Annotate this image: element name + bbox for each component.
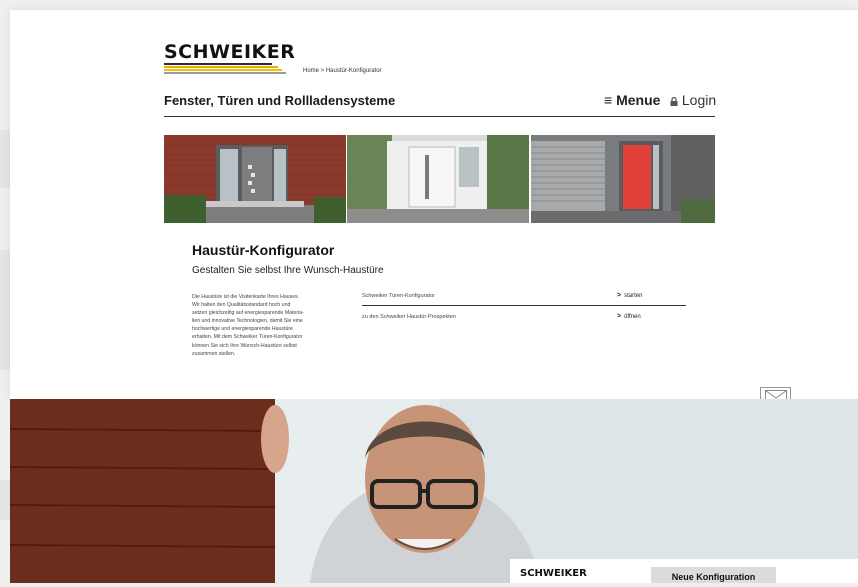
door-photo-red <box>531 135 715 223</box>
paragraph-line: lien und innovative Technologien, damit … <box>192 318 303 325</box>
logo-stripe <box>164 69 282 71</box>
menu-label: Menue <box>616 92 661 108</box>
logo-stripe <box>164 72 286 74</box>
paragraph-line: setzen gleichzeitig auf energiesparende … <box>192 310 304 317</box>
header-divider <box>164 116 715 117</box>
login-label: Login <box>681 92 717 108</box>
paragraph-line: erhalten. Mit dem Schweiker Türen-Konfig… <box>192 334 303 341</box>
configurator-title: Haustür-Konfigurator <box>192 242 335 258</box>
lock-icon <box>670 96 678 106</box>
new-configuration-button[interactable]: Neue Konfiguration <box>651 567 776 583</box>
paragraph-line: zusammen stellen. <box>192 350 236 357</box>
open-brochures-link[interactable]: > öffnen <box>617 313 641 320</box>
link-label[interactable]: Schweiker Türen-Konfigurator <box>362 293 435 299</box>
footer-logo[interactable]: SCHWEIKER <box>520 568 587 579</box>
menu-button[interactable]: ≡ Menue <box>604 92 660 108</box>
login-link[interactable]: Login <box>670 92 716 108</box>
paragraph-line: hochwertige und energiesparende Haustüre <box>192 326 293 333</box>
link-row-configurator[interactable]: Schweiker Türen-Konfigurator > starten <box>362 292 686 307</box>
site-subtitle: Fenster, Türen und Rollladensysteme <box>164 93 396 108</box>
paragraph-line: können Sie sich Ihre Wunsch-Haustüre sel… <box>192 342 297 349</box>
intro-paragraph: Die Haustüre ist die Visitenkarte Ihres … <box>192 293 342 358</box>
logo-stripe <box>164 63 272 65</box>
logo-stripe <box>164 66 278 68</box>
chevron-right-icon: > <box>617 292 622 299</box>
door-photo-white <box>347 135 529 223</box>
row-divider <box>362 305 686 306</box>
door-photo-brick <box>164 135 346 223</box>
start-configurator-link[interactable]: > starten <box>617 292 642 299</box>
breadcrumb[interactable]: Home > Haustür-Konfigurator <box>303 68 382 74</box>
hamburger-icon: ≡ <box>604 92 613 108</box>
configurator-subtitle: Gestalten Sie selbst Ihre Wunsch-Haustür… <box>192 265 384 276</box>
link-label[interactable]: zu den Schweiker Haustür-Prospekten <box>362 314 456 320</box>
brand-logo[interactable]: SCHWEIKER <box>164 41 296 74</box>
paragraph-line: Die Haustüre ist die Visitenkarte Ihres … <box>192 294 300 300</box>
hero-image <box>10 399 858 583</box>
logo-wordmark: SCHWEIKER <box>164 41 296 63</box>
link-row-brochures[interactable]: zu den Schweiker Haustür-Prospekten > öff… <box>362 313 686 328</box>
paragraph-line: Wir halten den Qualitätsstandard hoch un… <box>192 302 291 309</box>
logo-stripes <box>164 63 286 75</box>
chevron-right-icon: > <box>617 313 622 320</box>
